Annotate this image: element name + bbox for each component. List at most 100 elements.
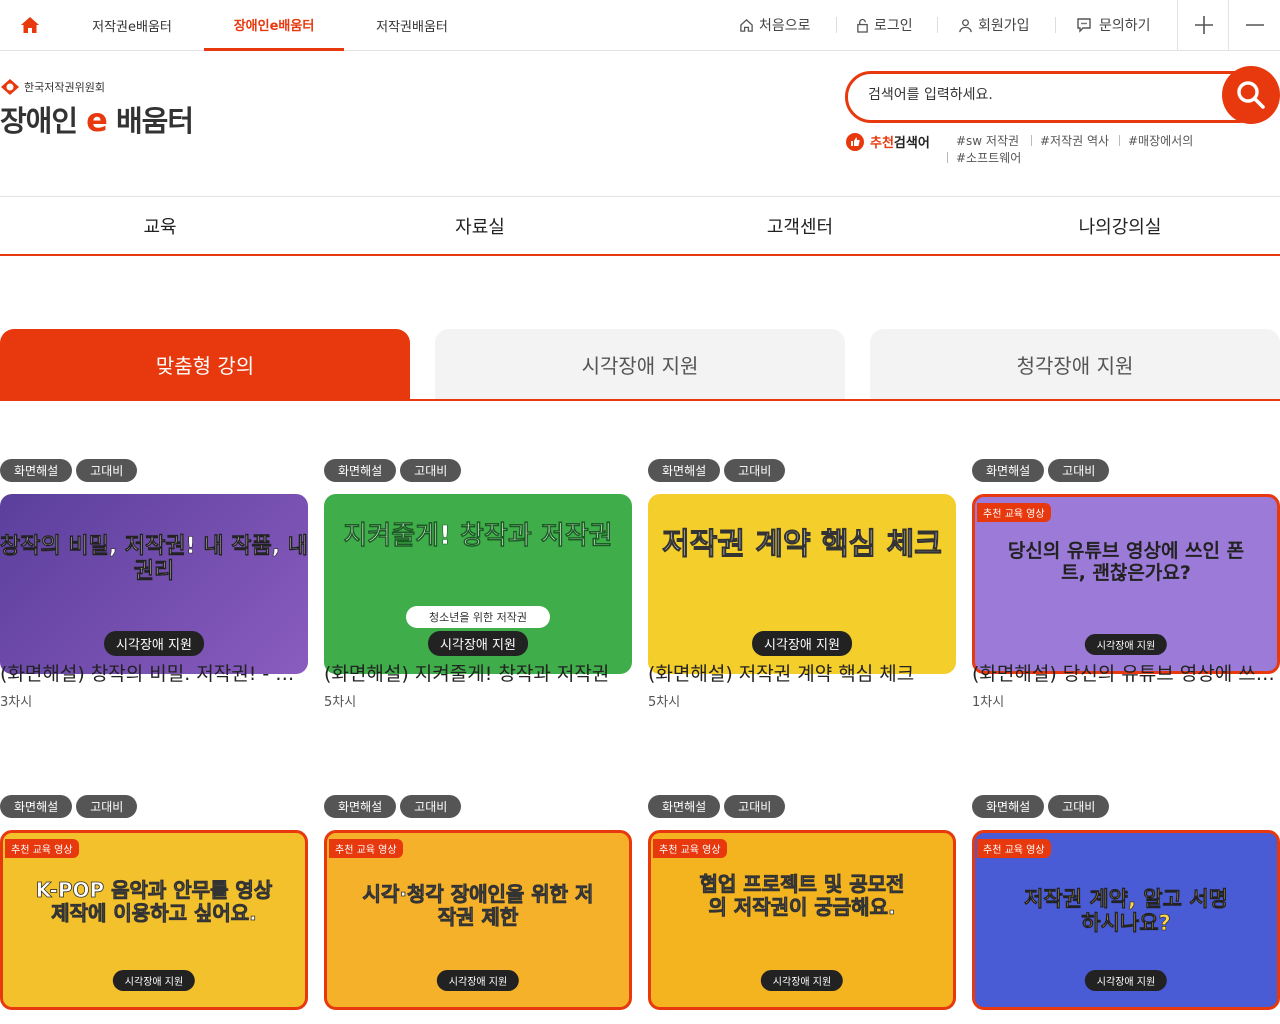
badge-audio-description: 화면해설 [0,459,73,482]
lecture-thumbnail[interactable]: 추천 교육 영상 협업 프로젝트 및 공모전의 저작권이 궁금해요. 시각장애 … [648,830,956,1010]
lecture-sessions: 5차시 [648,695,681,710]
main-nav: 교육 자료실 고객센터 나의강의실 [0,196,1280,256]
lecture-card[interactable]: 화면해설 고대비 저작권 계약 핵심 체크 시각장애 지원 (화면해설) 저작권 … [648,459,956,749]
badge-audio-description: 화면해설 [324,795,397,818]
util-home-label: 처음으로 [759,18,811,34]
tab-custom-lectures[interactable]: 맞춤형 강의 [0,329,410,399]
keyword-sw-copyright[interactable]: #sw 저작권 [956,132,1019,149]
lock-icon [857,18,868,33]
visual-support-label: 시각장애 지원 [752,631,852,656]
commission-logo-icon [1,79,19,95]
top-bar: 저작권e배움터 장애인e배움터 저작권배움터 처음으로 로그인 회원가입 문의하… [0,0,1280,51]
search-input[interactable] [868,87,1198,103]
site-tab-disabled-elearning[interactable]: 장애인e배움터 [204,0,344,51]
util-inquiry-link[interactable]: 문의하기 [1076,0,1151,50]
user-icon [959,18,972,32]
lecture-thumbnail[interactable]: 추천 교육 영상 당신의 유튜브 영상에 쓰인 폰트, 괜찮은가요? 시각장애 … [972,494,1280,674]
badge-audio-description: 화면해설 [972,459,1045,482]
lecture-thumbnail[interactable]: 창작의 비밀, 저작권! 내 작품, 내 권리 시각장애 지원 [0,494,308,674]
keyword-in-store[interactable]: #매장에서의 [1128,132,1193,149]
tab-visual-support[interactable]: 시각장애 지원 [435,329,845,399]
visual-support-label: 시각장애 지원 [428,631,528,656]
util-login-label: 로그인 [874,18,913,34]
badge-high-contrast: 고대비 [400,795,462,818]
visual-support-label: 시각장애 지원 [436,970,520,991]
site-tab-copyright-learning[interactable]: 저작권배움터 [342,0,482,51]
thumbnail-title: 지켜줄게! 창작과 저작권 [343,521,613,551]
lecture-thumbnail[interactable]: 저작권 계약 핵심 체크 시각장애 지원 [648,494,956,674]
keyword-software[interactable]: #소프트웨어 [956,149,1021,166]
site-logo[interactable]: 한국저작권위원회 장애인 e 배움터 [0,78,194,140]
thumbnail-title: 창작의 비밀, 저작권! 내 작품, 내 권리 [0,534,308,585]
lecture-card[interactable]: 화면해설 고대비 추천 교육 영상 시각·청각 장애인을 위한 저작권 제한 시각… [324,795,632,1024]
nav-customer-center[interactable]: 고객센터 [640,197,960,255]
lecture-card[interactable]: 화면해설 고대비 추천 교육 영상 저작권 계약, 알고 서명하시나요? 시각장애… [972,795,1280,1024]
badge-high-contrast: 고대비 [1048,795,1110,818]
lecture-thumbnail[interactable]: 지켜줄게! 창작과 저작권 청소년을 위한 저작권 시각장애 지원 [324,494,632,674]
lecture-sessions: 5차시 [324,695,357,710]
lecture-card[interactable]: 화면해설 고대비 추천 교육 영상 당신의 유튜브 영상에 쓰인 폰트, 괜찮은가… [972,459,1280,749]
lecture-title[interactable]: (화면해설) 저작권 계약 핵심 체크 [648,659,956,686]
util-inquiry-label: 문의하기 [1099,18,1151,34]
tab-hearing-support[interactable]: 청각장애 지원 [870,329,1280,399]
keyword-copyright-history[interactable]: #저작권 역사 [1040,132,1109,149]
util-home-link[interactable]: 처음으로 [739,0,811,50]
lecture-card[interactable]: 화면해설 고대비 추천 교육 영상 K-POP 음악과 안무를 영상 제작에 이용… [0,795,308,1024]
search-icon [1237,81,1265,109]
thumbnail-title: 저작권 계약, 알고 서명하시나요? [1024,887,1228,936]
badge-high-contrast: 고대비 [400,459,462,482]
rec-label-b: 검색어 [893,136,930,151]
lecture-card[interactable]: 화면해설 고대비 추천 교육 영상 협업 프로젝트 및 공모전의 저작권이 궁금해… [648,795,956,1024]
visual-support-label: 시각장애 지원 [760,970,844,991]
badge-high-contrast: 고대비 [724,795,786,818]
lecture-thumbnail[interactable]: 추천 교육 영상 시각·청각 장애인을 위한 저작권 제한 시각장애 지원 [324,830,632,1010]
util-login-link[interactable]: 로그인 [856,0,913,50]
badge-audio-description: 화면해설 [972,795,1045,818]
thumbnail-title: 시각·청각 장애인을 위한 저작권 제한 [362,882,594,929]
lecture-card[interactable]: 화면해설 고대비 지켜줄게! 창작과 저작권 청소년을 위한 저작권 시각장애 지… [324,459,632,749]
site-tab-copyright-elearning[interactable]: 저작권e배움터 [62,0,202,51]
nav-my-classroom[interactable]: 나의강의실 [960,197,1280,255]
recommended-keywords-label: 추천 검색어 [846,132,930,151]
logo-text-a: 장애인 [0,104,78,138]
plus-icon[interactable] [1177,0,1229,50]
house-icon [740,18,753,32]
visual-support-label: 시각장애 지원 [112,970,196,991]
tab-underline [0,399,1280,401]
minus-icon[interactable] [1228,0,1280,50]
lecture-sessions: 1차시 [972,695,1005,710]
badge-audio-description: 화면해설 [324,459,397,482]
thumbnail-title: 협업 프로젝트 및 공모전의 저작권이 궁금해요. [699,872,905,919]
lecture-title[interactable]: (화면해설) 지켜줄게! 창작과 저작권 [324,659,632,686]
lecture-title[interactable]: (화면해설) 창작의 비밀. 저작권! - 내 작품, 내 권리 [0,659,308,686]
visual-support-label: 시각장애 지원 [1084,970,1168,991]
visual-support-label: 시각장애 지원 [1084,634,1168,655]
home-icon[interactable] [0,0,60,50]
lecture-title[interactable]: (화면해설) 당신의 유튜브 영상에 쓰인 폰트, 괜찮은가요? [972,659,1280,686]
logo-text-e: e [86,101,108,139]
recommended-video-tag: 추천 교육 영상 [329,839,403,858]
visual-support-label: 시각장애 지원 [104,631,204,656]
badge-high-contrast: 고대비 [76,459,138,482]
thumbnail-title: 저작권 계약 핵심 체크 [662,527,943,562]
logo-org-name: 한국저작권위원회 [24,81,105,94]
nav-library[interactable]: 자료실 [320,197,640,255]
nav-education[interactable]: 교육 [0,197,320,255]
badge-high-contrast: 고대비 [724,459,786,482]
badge-audio-description: 화면해설 [648,459,721,482]
badge-audio-description: 화면해설 [648,795,721,818]
badge-high-contrast: 고대비 [76,795,138,818]
badge-high-contrast: 고대비 [1048,459,1110,482]
lecture-card[interactable]: 화면해설 고대비 창작의 비밀, 저작권! 내 작품, 내 권리 시각장애 지원 … [0,459,308,749]
chat-icon [1077,18,1091,33]
util-signup-label: 회원가입 [978,18,1030,34]
rec-label-a: 추천 [870,136,894,151]
thumbnail-title: 당신의 유튜브 영상에 쓰인 폰트, 괜찮은가요? [1007,540,1245,584]
logo-text-b: 배움터 [115,104,194,138]
util-signup-link[interactable]: 회원가입 [958,0,1030,50]
search-button[interactable] [1222,66,1280,124]
lecture-thumbnail[interactable]: 추천 교육 영상 K-POP 음악과 안무를 영상 제작에 이용하고 싶어요. … [0,830,308,1010]
lecture-thumbnail[interactable]: 추천 교육 영상 저작권 계약, 알고 서명하시나요? 시각장애 지원 [972,830,1280,1010]
recommended-video-tag: 추천 교육 영상 [977,503,1051,522]
thumbnail-title: K-POP 음악과 안무를 영상 제작에 이용하고 싶어요. [35,878,273,925]
